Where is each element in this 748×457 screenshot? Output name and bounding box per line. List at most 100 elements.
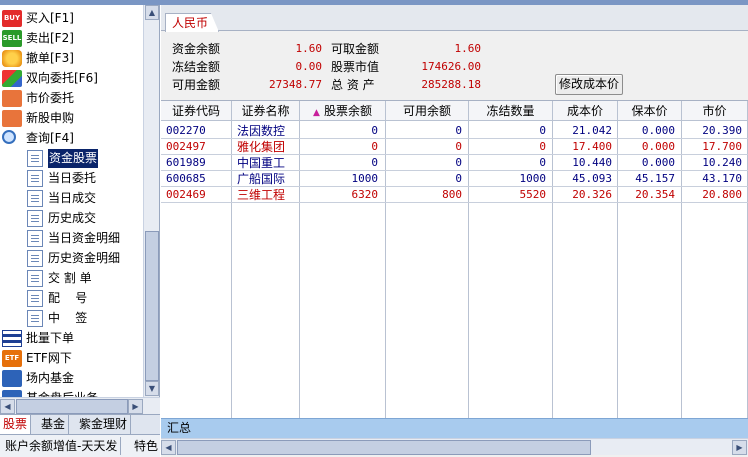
- summary-total-bar: 汇总: [161, 418, 748, 438]
- label-frozen-amount: 冻结金额: [172, 60, 221, 74]
- cell-code[interactable]: 002270: [166, 123, 228, 139]
- etf-icon: ETF: [2, 350, 22, 367]
- column-divider: [552, 101, 553, 418]
- column-header-name[interactable]: 证券名称: [232, 101, 299, 121]
- label-fund-balance: 资金余额: [172, 42, 221, 56]
- cell-market-price[interactable]: 10.240: [684, 155, 742, 171]
- cell-stock-balance[interactable]: 0: [302, 123, 378, 139]
- nav-label: ETF网下: [26, 351, 72, 365]
- nav-label: 双向委托[F6]: [26, 71, 98, 85]
- cell-name[interactable]: 广船国际: [237, 171, 297, 187]
- sidebar-vertical-scrollbar[interactable]: ▲ ▼: [143, 5, 159, 397]
- nav-label: 撤单[F3]: [26, 51, 74, 65]
- document-icon: [27, 150, 43, 167]
- nav-label: 卖出[F2]: [26, 31, 74, 45]
- nav-label: 当日资金明细: [48, 231, 121, 245]
- bottom-product-bar: 账户余额增值-天天发 特色: [0, 434, 160, 457]
- table-horizontal-scrollbar[interactable]: ◀ ▶: [161, 438, 748, 455]
- column-divider: [468, 101, 469, 418]
- column-header-stock-balance[interactable]: ▲ 股票余额: [300, 101, 385, 121]
- cell-name[interactable]: 中国重工: [237, 155, 297, 171]
- scroll-left-arrow-icon[interactable]: ◀: [161, 440, 176, 455]
- label-available-amount: 可用金额: [172, 78, 221, 92]
- cell-breakeven-price[interactable]: 0.000: [620, 155, 675, 171]
- scroll-thumb[interactable]: [177, 440, 591, 455]
- cell-breakeven-price[interactable]: 0.000: [620, 139, 675, 155]
- nav-label: 当日成交: [48, 191, 97, 205]
- cell-available[interactable]: 0: [388, 171, 462, 187]
- document-icon: [27, 210, 43, 227]
- cell-available[interactable]: 0: [388, 123, 462, 139]
- cell-frozen[interactable]: 0: [471, 123, 546, 139]
- cell-cost-price[interactable]: 10.440: [555, 155, 612, 171]
- cell-frozen[interactable]: 0: [471, 155, 546, 171]
- cell-available[interactable]: 800: [388, 187, 462, 203]
- cell-stock-balance[interactable]: 0: [302, 139, 378, 155]
- scroll-left-arrow-icon[interactable]: ◀: [0, 399, 15, 414]
- document-icon: [27, 310, 43, 327]
- nav-label: 交 割 单: [48, 271, 92, 285]
- scroll-right-arrow-icon[interactable]: ▶: [128, 399, 143, 414]
- cell-breakeven-price[interactable]: 20.354: [620, 187, 675, 203]
- cell-available[interactable]: 0: [388, 139, 462, 155]
- cell-stock-balance[interactable]: 0: [302, 155, 378, 171]
- cell-cost-price[interactable]: 45.093: [555, 171, 612, 187]
- bottom-tab-bar: 股票 基金 紫金理财: [0, 414, 160, 434]
- cell-name[interactable]: 雅化集团: [237, 139, 297, 155]
- column-header-market-price[interactable]: 市价: [682, 101, 747, 121]
- nav-label: 查询[F4]: [26, 131, 74, 145]
- tab-stocks[interactable]: 股票: [0, 415, 32, 434]
- product-special[interactable]: 特色: [131, 437, 161, 455]
- query-icon: [2, 130, 16, 144]
- tab-zijin-wealth[interactable]: 紫金理财: [76, 415, 132, 434]
- nav-label: 历史资金明细: [48, 251, 121, 265]
- cell-frozen[interactable]: 1000: [471, 171, 547, 187]
- cell-cost-price[interactable]: 21.042: [555, 123, 612, 139]
- label-total-assets: 总 资 产: [331, 78, 375, 92]
- product-tiantianfa[interactable]: 账户余额增值-天天发: [2, 437, 122, 455]
- scroll-thumb[interactable]: [16, 399, 128, 414]
- buy-icon: BUY: [2, 10, 22, 27]
- scroll-right-arrow-icon[interactable]: ▶: [732, 440, 747, 455]
- tab-funds[interactable]: 基金: [38, 415, 70, 434]
- value-withdrawable-amount: 1.60: [454, 42, 482, 55]
- cell-code[interactable]: 600685: [166, 171, 228, 187]
- nav-label: 批量下单: [26, 331, 75, 345]
- cell-code[interactable]: 002497: [166, 139, 228, 155]
- cell-market-price[interactable]: 17.700: [684, 139, 742, 155]
- scroll-down-arrow-icon[interactable]: ▼: [145, 381, 159, 396]
- value-fund-balance: 1.60: [295, 42, 323, 55]
- cell-cost-price[interactable]: 20.326: [555, 187, 612, 203]
- cell-name[interactable]: 法因数控: [237, 123, 297, 139]
- cell-market-price[interactable]: 20.390: [684, 123, 742, 139]
- column-header-available[interactable]: 可用余额: [386, 101, 468, 121]
- value-frozen-amount: 0.00: [295, 60, 323, 73]
- nav-label: 基金盘后业务: [26, 389, 98, 397]
- cell-available[interactable]: 0: [388, 155, 462, 171]
- tab-rmb[interactable]: 人民币: [165, 13, 220, 32]
- column-header-code[interactable]: 证券代码: [161, 101, 231, 121]
- fund-icon: [2, 390, 22, 397]
- column-divider: [385, 101, 386, 418]
- cell-market-price[interactable]: 20.800: [684, 187, 742, 203]
- label-stock-market-value: 股票市值: [331, 60, 380, 74]
- scroll-thumb[interactable]: [145, 231, 159, 381]
- column-header-cost-price[interactable]: 成本价: [553, 101, 617, 121]
- cell-name[interactable]: 三维工程: [237, 187, 297, 203]
- cell-cost-price[interactable]: 17.400: [555, 139, 612, 155]
- cell-frozen[interactable]: 0: [471, 139, 546, 155]
- cell-stock-balance[interactable]: 6320: [302, 187, 379, 203]
- sidebar-horizontal-scrollbar[interactable]: ◀ ▶: [0, 397, 160, 414]
- cell-frozen[interactable]: 5520: [471, 187, 547, 203]
- cell-code[interactable]: 601989: [166, 155, 228, 171]
- column-header-frozen[interactable]: 冻结数量: [469, 101, 552, 121]
- scroll-up-arrow-icon[interactable]: ▲: [145, 5, 159, 20]
- column-header-breakeven-price[interactable]: 保本价: [618, 101, 681, 121]
- cell-breakeven-price[interactable]: 0.000: [620, 123, 675, 139]
- modify-cost-price-button[interactable]: 修改成本价: [555, 74, 623, 95]
- cell-market-price[interactable]: 43.170: [684, 171, 742, 187]
- value-stock-market-value: 174626.00: [421, 60, 481, 73]
- cell-breakeven-price[interactable]: 45.157: [620, 171, 675, 187]
- cell-code[interactable]: 002469: [166, 187, 228, 203]
- cell-stock-balance[interactable]: 1000: [302, 171, 379, 187]
